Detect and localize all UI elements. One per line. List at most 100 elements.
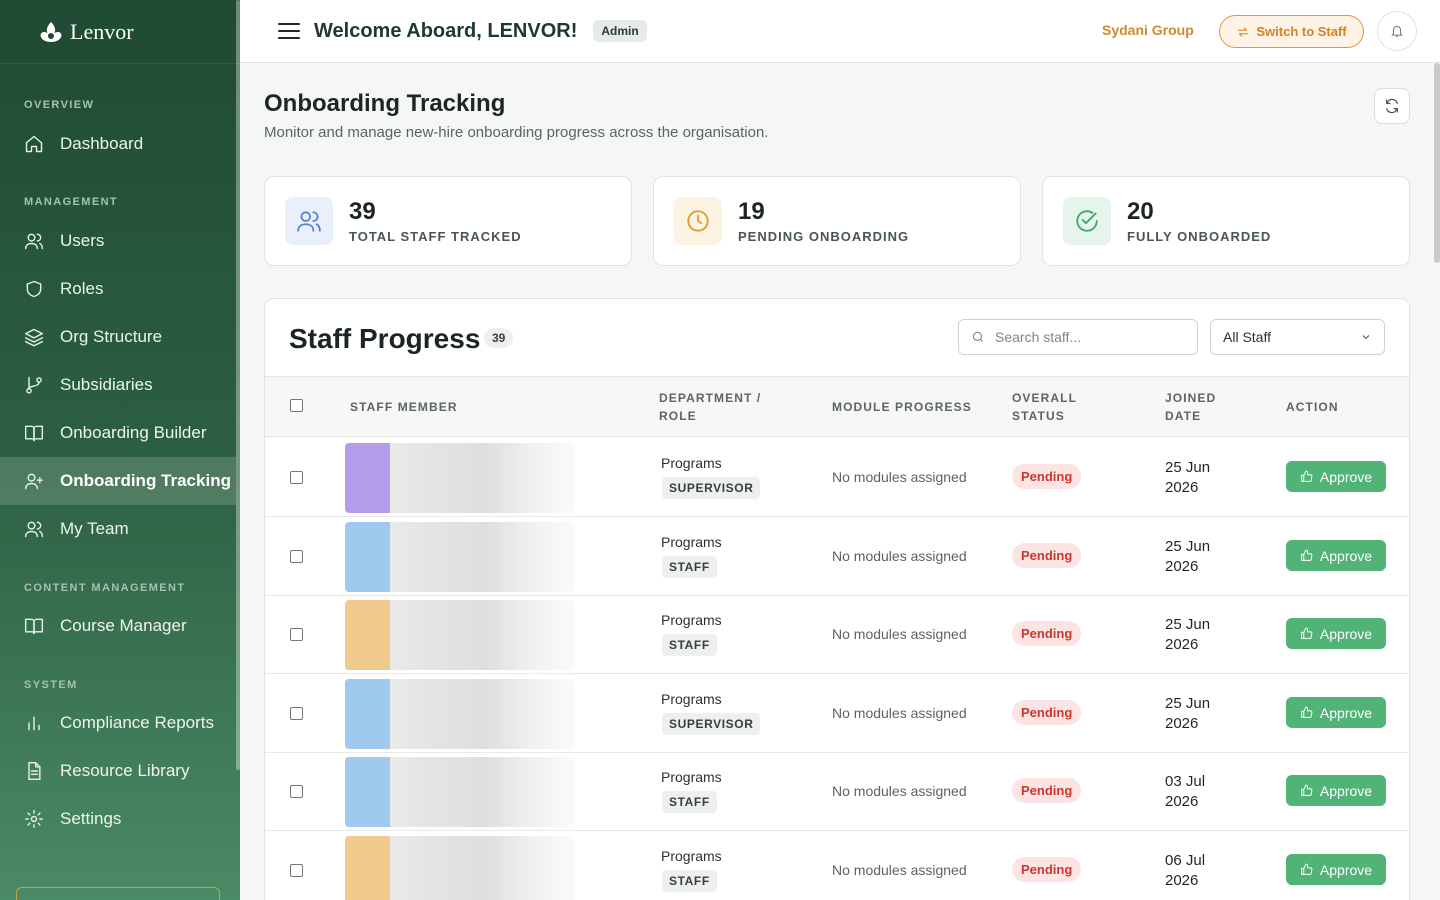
module-progress: No modules assigned <box>832 469 967 485</box>
switch-to-staff-button[interactable]: Switch to Staff <box>1219 15 1364 48</box>
stat-icon-box <box>1063 197 1111 245</box>
table-row[interactable]: Programs STAFF No modules assigned Pending 2… <box>265 517 1409 596</box>
clock-icon <box>687 210 709 232</box>
approve-button[interactable]: Approve <box>1286 775 1386 806</box>
approve-label: Approve <box>1319 782 1373 799</box>
row-checkbox[interactable] <box>290 864 303 877</box>
thumbs-up-icon <box>1301 706 1313 718</box>
joined-date: 06 Jul 2026 <box>1165 851 1205 891</box>
staff-member-redacted[interactable] <box>345 600 575 670</box>
role-badge: Admin <box>593 20 647 42</box>
staff-member-redacted[interactable] <box>345 679 575 749</box>
row-checkbox[interactable] <box>290 785 303 798</box>
role-tag: STAFF <box>662 870 717 892</box>
column-header-status-line2: STATUS <box>1012 409 1065 423</box>
sidebar-item-dashboard[interactable]: Dashboard <box>0 120 236 168</box>
stat-label: FULLY ONBOARDED <box>1127 228 1272 244</box>
sidebar-item-settings[interactable]: Settings <box>0 795 236 843</box>
sidebar-item-compliance-reports[interactable]: Compliance Reports <box>0 699 236 747</box>
sidebar-bottom-button[interactable] <box>16 887 220 900</box>
sidebar: Lenvor OVERVIEW Dashboard MANAGEMENT Use… <box>0 0 240 900</box>
joined-date: 25 Jun 2026 <box>1165 694 1210 734</box>
table-row[interactable]: Programs SUPERVISOR No modules assigned Pen… <box>265 674 1409 753</box>
team-icon <box>24 521 44 538</box>
section-label-content: CONTENT MANAGEMENT <box>24 582 186 594</box>
approve-button[interactable]: Approve <box>1286 461 1386 492</box>
branch-icon <box>26 376 42 394</box>
department: Programs <box>661 848 722 864</box>
module-progress: No modules assigned <box>832 548 967 564</box>
search-input[interactable] <box>995 329 1185 345</box>
row-checkbox[interactable] <box>290 471 303 484</box>
row-checkbox[interactable] <box>290 550 303 563</box>
column-header-status[interactable]: OVERALL STATUS <box>1012 389 1077 425</box>
table-row[interactable]: Programs STAFF No modules assigned Pending 2… <box>265 595 1409 674</box>
table-row[interactable]: Programs STAFF No modules assigned Pending 0… <box>265 752 1409 831</box>
column-header-dept-line1: DEPARTMENT / <box>659 391 762 405</box>
sidebar-item-roles[interactable]: Roles <box>0 265 236 313</box>
select-all-checkbox[interactable] <box>290 399 303 412</box>
approve-button[interactable]: Approve <box>1286 540 1386 571</box>
status-badge: Pending <box>1012 857 1082 882</box>
sidebar-item-subsidiaries[interactable]: Subsidiaries <box>0 361 236 409</box>
column-header-action: ACTION <box>1286 400 1339 414</box>
row-checkbox[interactable] <box>290 707 303 720</box>
sidebar-item-label: Roles <box>60 279 104 298</box>
staff-member-redacted[interactable] <box>345 443 575 513</box>
stat-card-onboarded: 20 FULLY ONBOARDED <box>1042 176 1410 266</box>
column-header-status-line1: OVERALL <box>1012 391 1078 405</box>
search-box[interactable] <box>958 319 1198 355</box>
approve-button[interactable]: Approve <box>1286 618 1386 649</box>
sidebar-item-course-manager[interactable]: Course Manager <box>0 602 236 650</box>
thumbs-up-icon <box>1301 549 1313 561</box>
status-badge: Pending <box>1012 543 1082 568</box>
sidebar-item-label: Onboarding Tracking <box>60 471 231 490</box>
sidebar-item-label: Subsidiaries <box>60 375 153 394</box>
sidebar-item-label: Dashboard <box>60 134 144 153</box>
status-badge: Pending <box>1012 621 1082 646</box>
sidebar-item-label: Users <box>60 231 105 250</box>
column-header-member[interactable]: STAFF MEMBER <box>350 398 458 416</box>
section-label-management: MANAGEMENT <box>24 196 119 208</box>
sidebar-item-resource-library[interactable]: Resource Library <box>0 747 236 795</box>
sidebar-item-onboarding-tracking[interactable]: Onboarding Tracking <box>0 457 236 505</box>
row-checkbox[interactable] <box>290 628 303 641</box>
joined-date-day: 25 Jun <box>1165 695 1211 712</box>
column-header-modules[interactable]: MODULE PROGRESS <box>832 398 972 416</box>
thumbs-up-icon <box>1301 863 1313 875</box>
users-icon <box>297 211 321 232</box>
brand[interactable]: Lenvor <box>0 0 240 64</box>
staff-filter-select[interactable]: All Staff <box>1210 319 1385 355</box>
joined-date: 25 Jun 2026 <box>1165 537 1210 577</box>
sidebar-item-org-structure[interactable]: Org Structure <box>0 313 236 361</box>
table-row[interactable]: Programs STAFF No modules assigned Pending 0… <box>265 831 1409 900</box>
approve-button[interactable]: Approve <box>1286 697 1386 728</box>
approve-button[interactable]: Approve <box>1286 854 1386 885</box>
notifications-button[interactable] <box>1377 11 1417 51</box>
main-scrollbar[interactable] <box>1434 63 1440 263</box>
staff-member-redacted[interactable] <box>345 522 575 592</box>
brand-name: Lenvor <box>70 18 134 44</box>
refresh-button[interactable] <box>1374 88 1410 124</box>
sidebar-scrollbar[interactable] <box>236 0 240 770</box>
column-header-joined[interactable]: JOINED DATE <box>1165 389 1216 425</box>
page-subtitle: Monitor and manage new-hire onboarding p… <box>264 124 769 141</box>
sidebar-item-label: Onboarding Builder <box>60 423 207 442</box>
sidebar-item-onboarding-builder[interactable]: Onboarding Builder <box>0 409 236 457</box>
staff-member-redacted[interactable] <box>345 757 575 827</box>
sidebar-item-my-team[interactable]: My Team <box>0 505 236 553</box>
thumbs-up-icon <box>1301 470 1313 482</box>
role-tag: STAFF <box>662 634 717 656</box>
role-tag: STAFF <box>662 791 717 813</box>
sidebar-item-users[interactable]: Users <box>0 217 236 265</box>
role-tag: SUPERVISOR <box>662 713 761 735</box>
approve-label: Approve <box>1319 704 1373 721</box>
staff-member-redacted[interactable] <box>345 836 575 900</box>
table-row[interactable]: Programs SUPERVISOR No modules assigned Pen… <box>265 438 1409 517</box>
status-badge: Pending <box>1012 778 1082 803</box>
menu-toggle-icon[interactable] <box>278 20 300 42</box>
org-name[interactable]: Sydani Group <box>1102 22 1194 38</box>
stat-value: 39 <box>349 197 376 225</box>
column-header-dept[interactable]: DEPARTMENT / ROLE <box>659 389 761 425</box>
staff-progress-panel: Staff Progress 39 All Staff STAFF MEMBER… <box>264 298 1410 900</box>
